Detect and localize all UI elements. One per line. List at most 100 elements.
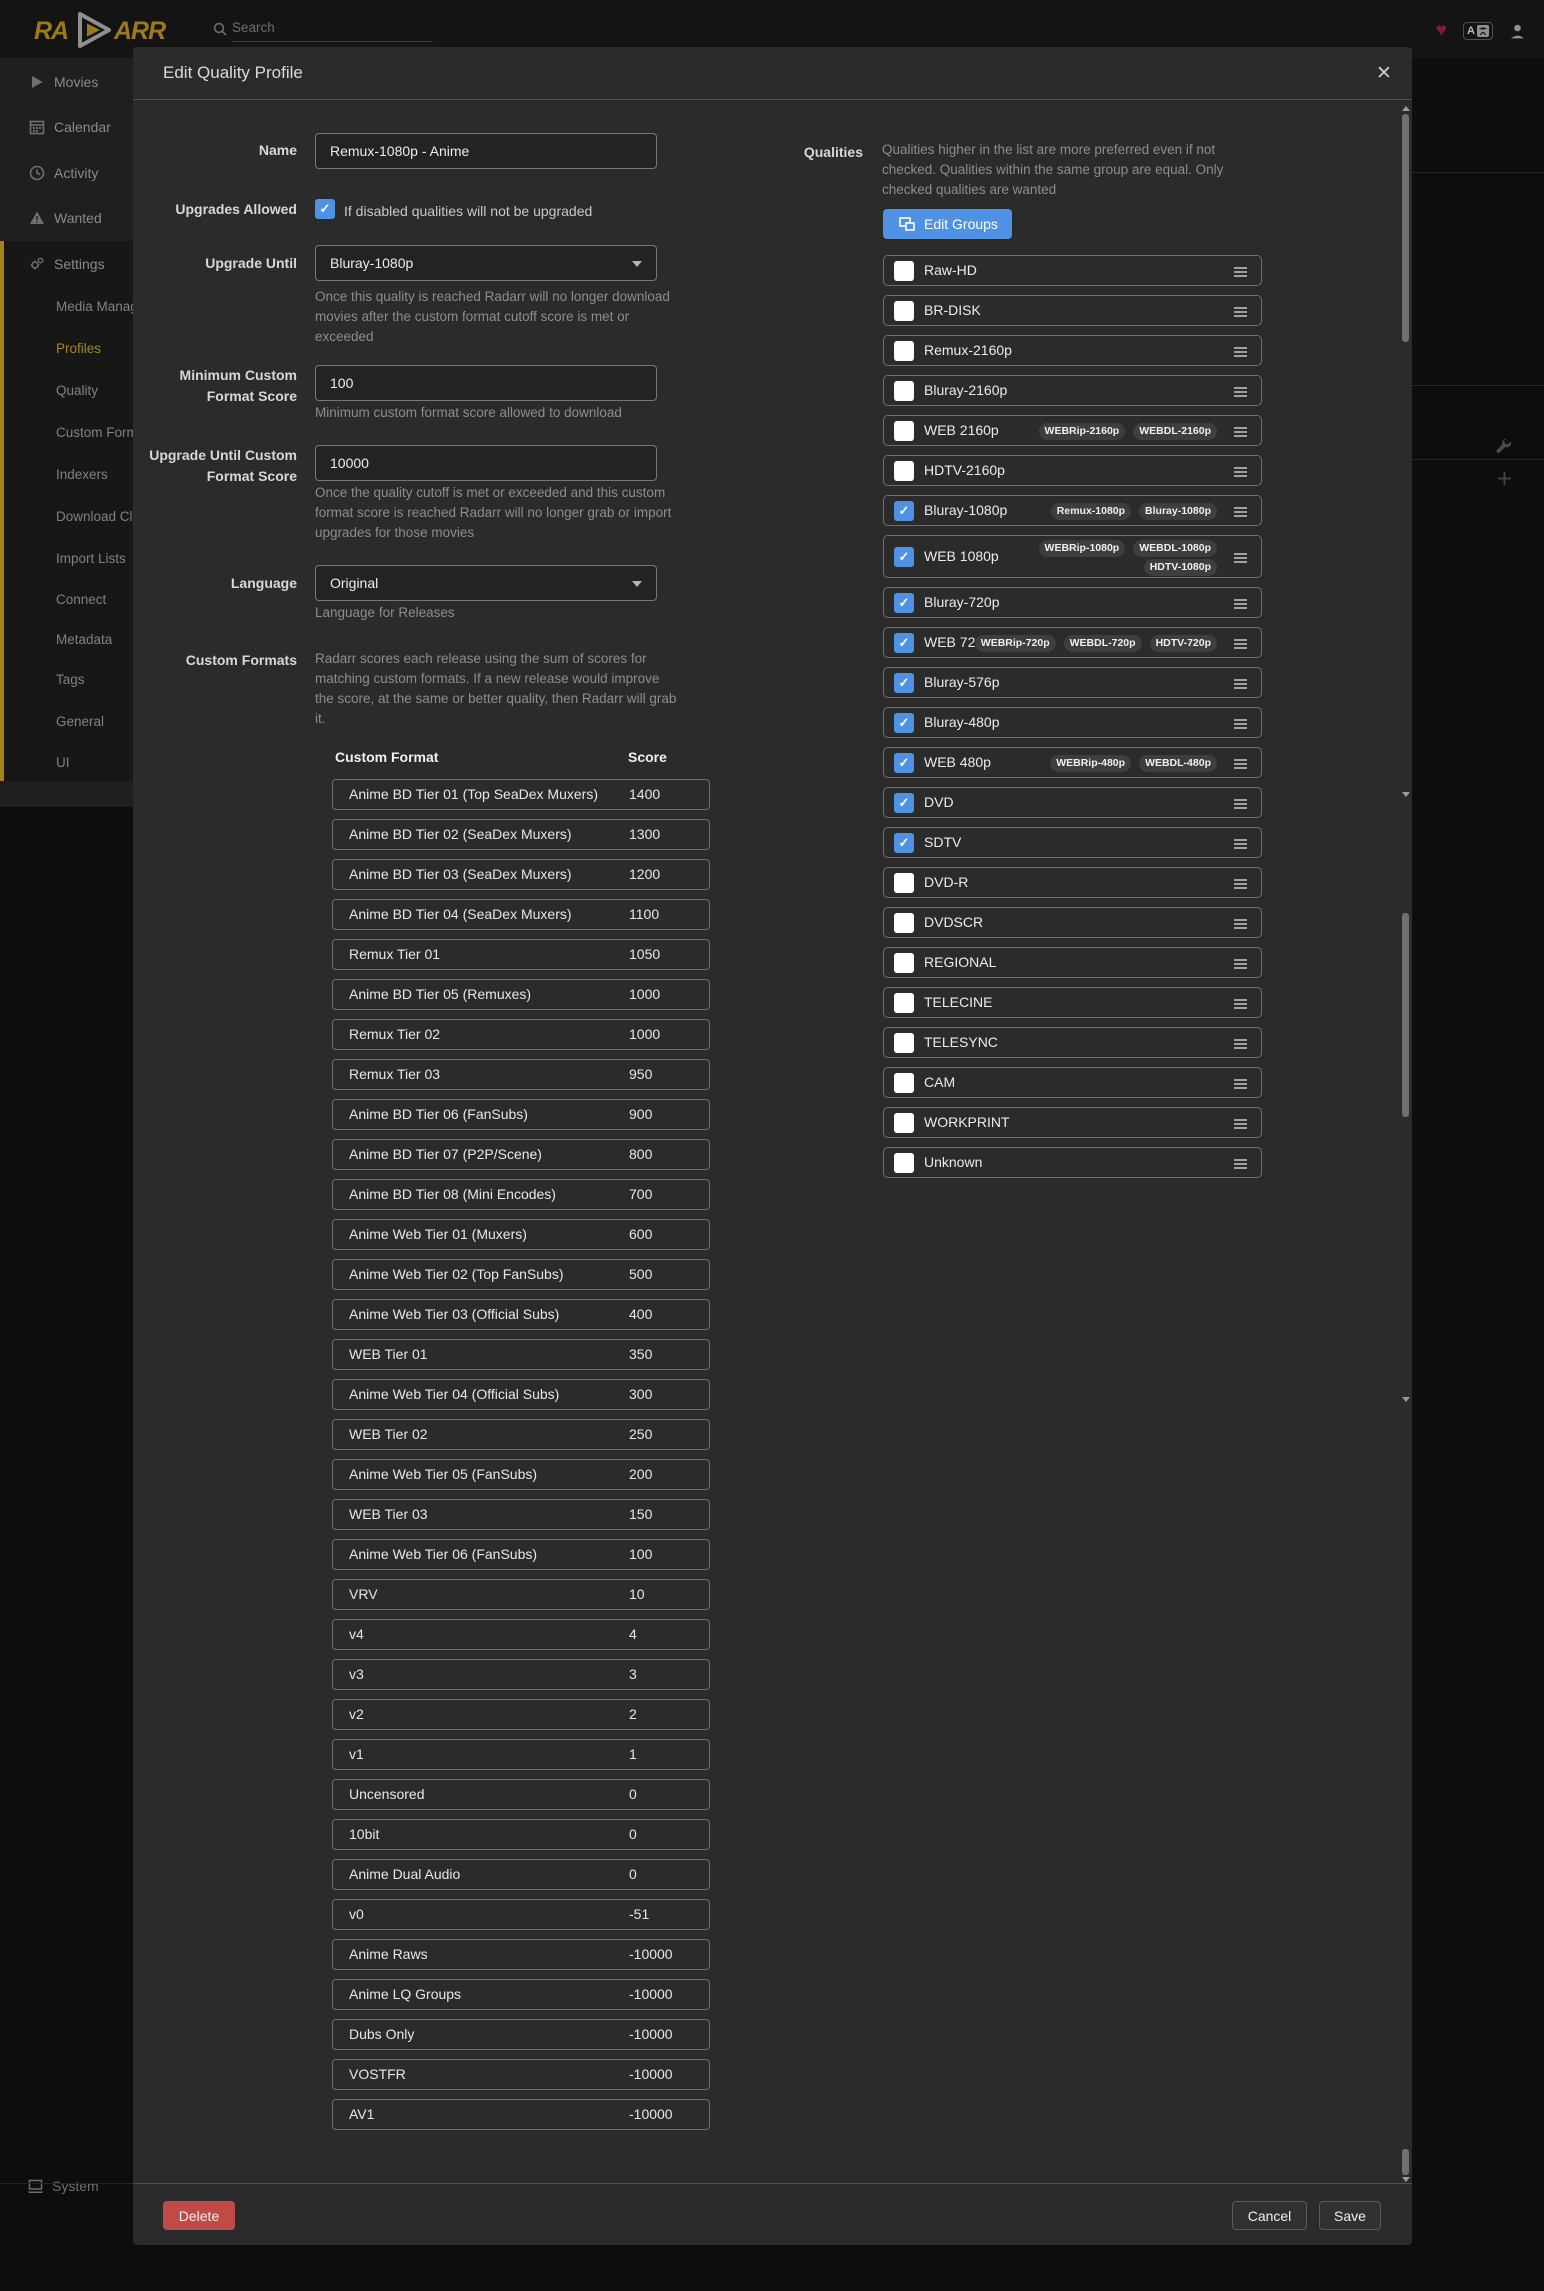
save-button[interactable]: Save xyxy=(1319,2201,1381,2230)
drag-handle-icon[interactable] xyxy=(1234,959,1247,969)
custom-format-score-input[interactable]: 1000 xyxy=(629,980,660,1009)
custom-format-score-input[interactable]: 700 xyxy=(629,1180,652,1209)
custom-format-score-input[interactable]: 0 xyxy=(629,1820,637,1849)
drag-handle-icon[interactable] xyxy=(1234,307,1247,317)
quality-checkbox[interactable] xyxy=(894,993,914,1013)
drag-handle-icon[interactable] xyxy=(1234,427,1247,437)
quality-checkbox[interactable] xyxy=(894,873,914,893)
custom-format-score-input[interactable]: 4 xyxy=(629,1620,637,1649)
sidebar-item-general[interactable]: General xyxy=(56,711,133,731)
sidebar-item-ui[interactable]: UI xyxy=(56,752,133,772)
quality-checkbox[interactable] xyxy=(894,1033,914,1053)
sidebar-item-media-management[interactable]: Media Management xyxy=(56,296,133,316)
custom-format-score-input[interactable]: 1000 xyxy=(629,1020,660,1049)
wrench-icon[interactable] xyxy=(1495,437,1512,454)
custom-format-score-input[interactable]: 800 xyxy=(629,1140,652,1169)
quality-checkbox[interactable]: ✓ xyxy=(894,713,914,733)
quality-checkbox[interactable] xyxy=(894,261,914,281)
upgrades-allowed-checkbox[interactable]: ✓ xyxy=(315,199,335,219)
close-icon[interactable]: ✕ xyxy=(1372,62,1396,86)
custom-format-score-input[interactable]: 100 xyxy=(629,1540,652,1569)
quality-checkbox[interactable] xyxy=(894,301,914,321)
quality-checkbox[interactable] xyxy=(894,461,914,481)
custom-format-score-input[interactable]: 950 xyxy=(629,1060,652,1089)
sidebar-item-movies[interactable]: Movies xyxy=(0,67,133,97)
add-icon[interactable] xyxy=(1497,471,1512,486)
custom-format-score-input[interactable]: -10000 xyxy=(629,2060,673,2089)
drag-handle-icon[interactable] xyxy=(1234,999,1247,1009)
drag-handle-icon[interactable] xyxy=(1234,1119,1247,1129)
custom-format-score-input[interactable]: 1400 xyxy=(629,780,660,809)
scrollbar-down-arrow[interactable] xyxy=(1402,2177,1410,2182)
quality-checkbox[interactable]: ✓ xyxy=(894,753,914,773)
drag-handle-icon[interactable] xyxy=(1234,639,1247,649)
drag-handle-icon[interactable] xyxy=(1234,1159,1247,1169)
donate-heart-icon[interactable]: ♥ xyxy=(1436,20,1447,42)
drag-handle-icon[interactable] xyxy=(1234,1079,1247,1089)
quality-checkbox[interactable] xyxy=(894,1073,914,1093)
upgrade-until-custom-format-score-input[interactable]: 10000 xyxy=(315,445,657,481)
sidebar-item-custom-formats[interactable]: Custom Formats xyxy=(56,422,133,442)
custom-format-score-input[interactable]: 1300 xyxy=(629,820,660,849)
custom-format-score-input[interactable]: 1100 xyxy=(629,900,659,929)
search-input[interactable]: Search xyxy=(213,20,433,44)
custom-format-score-input[interactable]: -10000 xyxy=(629,1980,673,2009)
edit-groups-button[interactable]: Edit Groups xyxy=(883,209,1012,239)
custom-format-score-input[interactable]: 150 xyxy=(629,1500,652,1529)
scrollbar-down-arrow[interactable] xyxy=(1402,792,1410,797)
sidebar-item-activity[interactable]: Activity xyxy=(0,158,133,188)
quality-checkbox[interactable]: ✓ xyxy=(894,593,914,613)
language-select[interactable]: Original xyxy=(315,565,657,601)
custom-format-score-input[interactable]: 1 xyxy=(629,1740,637,1769)
drag-handle-icon[interactable] xyxy=(1234,719,1247,729)
user-icon[interactable] xyxy=(1509,23,1526,40)
quality-checkbox[interactable]: ✓ xyxy=(894,833,914,853)
custom-format-score-input[interactable]: 2 xyxy=(629,1700,637,1729)
sidebar-item-import-lists[interactable]: Import Lists xyxy=(56,548,133,568)
drag-handle-icon[interactable] xyxy=(1234,507,1247,517)
scrollbar-up-arrow[interactable] xyxy=(1402,106,1410,111)
drag-handle-icon[interactable] xyxy=(1234,347,1247,357)
quality-checkbox[interactable] xyxy=(894,953,914,973)
drag-handle-icon[interactable] xyxy=(1234,467,1247,477)
custom-format-score-input[interactable]: 600 xyxy=(629,1220,652,1249)
custom-format-score-input[interactable]: -10000 xyxy=(629,2100,673,2129)
custom-format-score-input[interactable]: -10000 xyxy=(629,2020,673,2049)
drag-handle-icon[interactable] xyxy=(1234,759,1247,769)
custom-format-score-input[interactable]: -51 xyxy=(629,1900,649,1929)
custom-format-score-input[interactable]: 0 xyxy=(629,1780,637,1809)
custom-format-score-input[interactable]: 900 xyxy=(629,1100,652,1129)
sidebar-item-calendar[interactable]: Calendar xyxy=(0,112,133,142)
custom-format-score-input[interactable]: 3 xyxy=(629,1660,637,1689)
quality-checkbox[interactable] xyxy=(894,421,914,441)
custom-format-score-input[interactable]: 200 xyxy=(629,1460,652,1489)
radarr-logo[interactable]: RA ARR xyxy=(34,6,174,52)
custom-format-score-input[interactable]: 400 xyxy=(629,1300,652,1329)
scrollbar-thumb[interactable] xyxy=(1402,114,1409,342)
sidebar-item-tags[interactable]: Tags xyxy=(56,669,133,689)
scrollbar-thumb[interactable] xyxy=(1402,2149,1409,2175)
drag-handle-icon[interactable] xyxy=(1234,387,1247,397)
custom-format-score-input[interactable]: 350 xyxy=(629,1340,652,1369)
drag-handle-icon[interactable] xyxy=(1234,553,1247,563)
drag-handle-icon[interactable] xyxy=(1234,1039,1247,1049)
quality-checkbox[interactable] xyxy=(894,1153,914,1173)
drag-handle-icon[interactable] xyxy=(1234,839,1247,849)
sidebar-item-system[interactable]: System xyxy=(0,2171,133,2201)
custom-format-score-input[interactable]: 250 xyxy=(629,1420,652,1449)
drag-handle-icon[interactable] xyxy=(1234,879,1247,889)
upgrade-until-select[interactable]: Bluray-1080p xyxy=(315,245,657,281)
quality-checkbox[interactable]: ✓ xyxy=(894,547,914,567)
quality-checkbox[interactable]: ✓ xyxy=(894,501,914,521)
quality-checkbox[interactable]: ✓ xyxy=(894,673,914,693)
drag-handle-icon[interactable] xyxy=(1234,679,1247,689)
sidebar-item-metadata[interactable]: Metadata xyxy=(56,629,133,649)
custom-format-score-input[interactable]: 1200 xyxy=(629,860,660,889)
custom-format-score-input[interactable]: 300 xyxy=(629,1380,652,1409)
custom-format-score-input[interactable]: 0 xyxy=(629,1860,637,1889)
minimum-custom-format-score-input[interactable]: 100 xyxy=(315,365,657,401)
delete-button[interactable]: Delete xyxy=(163,2201,235,2230)
drag-handle-icon[interactable] xyxy=(1234,267,1247,277)
sidebar-item-download-clients[interactable]: Download Clients xyxy=(56,506,133,526)
quality-checkbox[interactable] xyxy=(894,341,914,361)
